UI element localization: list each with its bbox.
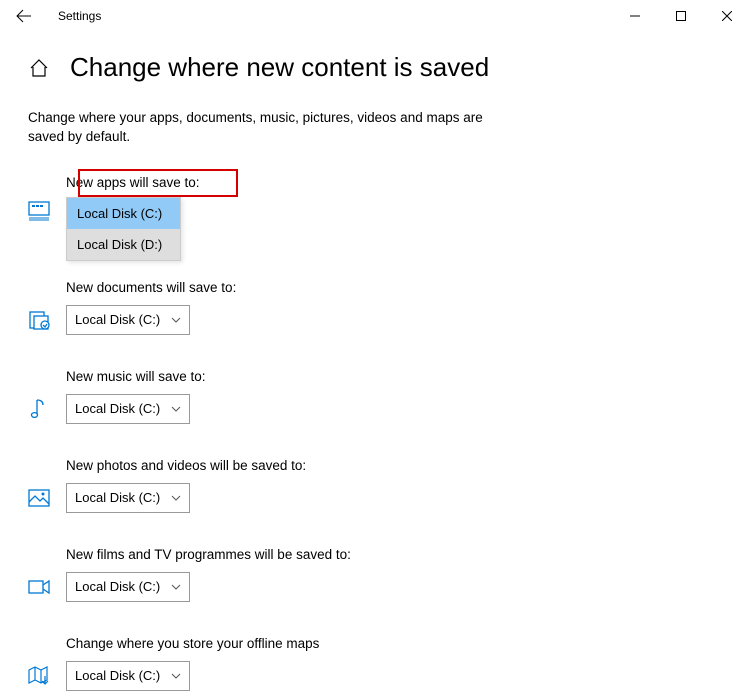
chevron-down-icon [171,317,181,323]
section-label: New films and TV programmes will be save… [66,547,351,562]
minimize-icon [630,11,640,21]
section-apps: New apps will save to: Local Disk (C:) L… [28,175,750,222]
select-value: Local Disk (C:) [75,312,160,327]
section-music: New music will save to: Local Disk (C:) [28,369,750,424]
maps-icon [28,665,50,687]
documents-icon [28,309,50,331]
select-value: Local Disk (C:) [75,579,160,594]
window-title: Settings [58,9,101,23]
documents-select[interactable]: Local Disk (C:) [66,305,190,335]
maps-select[interactable]: Local Disk (C:) [66,661,190,691]
section-label: New documents will save to: [66,280,236,295]
page-header: Change where new content is saved [0,32,750,91]
back-arrow-icon [16,8,32,24]
apps-icon [28,200,50,222]
home-icon[interactable] [28,57,50,79]
chevron-down-icon [171,495,181,501]
page-title: Change where new content is saved [70,52,489,83]
music-icon [28,398,50,420]
select-value: Local Disk (C:) [75,490,160,505]
section-label: New photos and videos will be saved to: [66,458,306,473]
section-documents: New documents will save to: Local Disk (… [28,280,750,335]
films-select[interactable]: Local Disk (C:) [66,572,190,602]
select-value: Local Disk (C:) [75,401,160,416]
chevron-down-icon [171,406,181,412]
section-label: New music will save to: [66,369,206,384]
close-button[interactable] [704,0,750,32]
close-icon [722,11,732,21]
music-select[interactable]: Local Disk (C:) [66,394,190,424]
back-button[interactable] [8,8,40,24]
maximize-button[interactable] [658,0,704,32]
titlebar: Settings [0,0,750,32]
minimize-button[interactable] [612,0,658,32]
window-controls [612,0,750,32]
chevron-down-icon [171,584,181,590]
photos-select[interactable]: Local Disk (C:) [66,483,190,513]
apps-dropdown-menu: Local Disk (C:) Local Disk (D:) [66,197,181,261]
section-photos: New photos and videos will be saved to: … [28,458,750,513]
section-label: New apps will save to: [66,175,200,190]
section-films: New films and TV programmes will be save… [28,547,750,602]
films-icon [28,576,50,598]
sections-container: New apps will save to: Local Disk (C:) L… [0,155,750,691]
section-maps: Change where you store your offline maps… [28,636,750,691]
section-label: Change where you store your offline maps [66,636,319,651]
photos-icon [28,487,50,509]
dropdown-option[interactable]: Local Disk (C:) [67,198,180,229]
maximize-icon [676,11,686,21]
dropdown-option[interactable]: Local Disk (D:) [67,229,180,260]
select-value: Local Disk (C:) [75,668,160,683]
page-description: Change where your apps, documents, music… [0,91,520,155]
chevron-down-icon [171,673,181,679]
